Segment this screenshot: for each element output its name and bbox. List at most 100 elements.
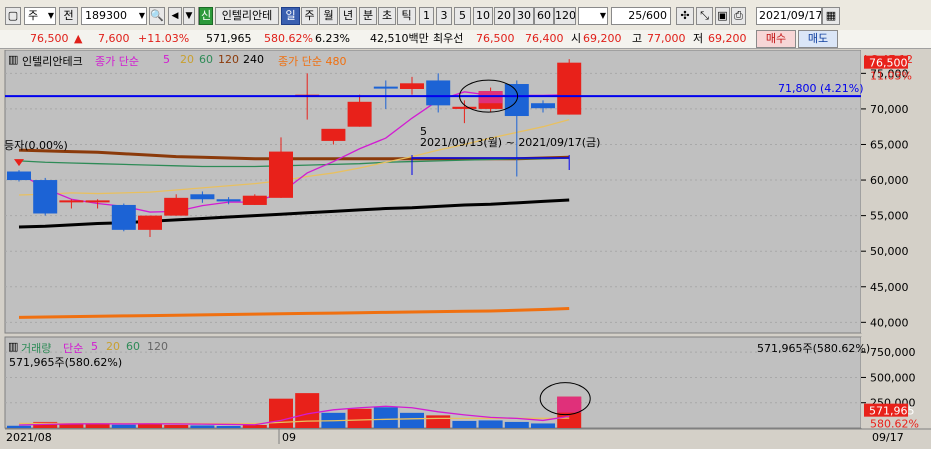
volume-current-right: 571,965주(580.62%) (757, 342, 871, 355)
legend-ma480: 종가 단순 480 (278, 55, 347, 68)
volume-legend-icon[interactable]: ▥ (8, 340, 18, 353)
volume-bar (295, 393, 320, 428)
candle-body (216, 199, 241, 202)
volume-bar (452, 420, 477, 428)
volume-bar (242, 424, 267, 428)
tab-period-day[interactable]: 일 (281, 7, 300, 25)
turnover-rate: 6.23% (315, 32, 350, 45)
count-field[interactable]: 25/600 (611, 7, 671, 25)
price-volume-chart[interactable]: 75,00070,00065,00060,00055,00050,00045,0… (0, 49, 931, 446)
legend-ma5: 5 (163, 53, 170, 66)
new-listing-tag: 신 (199, 7, 213, 25)
x-axis-right-label: 09/17 (872, 431, 904, 444)
bid-price: 76,400 (525, 32, 564, 45)
code-input[interactable]: 189300 ▼ (81, 7, 147, 25)
reference-line-label: 71,800 (4.21%) (778, 82, 864, 95)
window-menu-icon[interactable]: ▢ (5, 7, 21, 25)
legend-ma240: 240 (243, 53, 264, 66)
calendar-icon[interactable]: ▦ (822, 7, 840, 25)
volume-value: 571,965 (206, 32, 252, 45)
volume-bar (111, 424, 136, 428)
tab-period-year[interactable]: 년 (339, 7, 357, 25)
volume-pct: 580.62% (264, 32, 313, 45)
candle-body (557, 62, 582, 115)
last-volume-label: 571,965 (869, 405, 915, 418)
volume-bar (85, 424, 110, 428)
volume-tick-label: 750,000 (870, 346, 916, 359)
open-price: 69,200 (583, 32, 622, 45)
zoom-icon[interactable]: ⤡ (696, 7, 713, 25)
legend-ma-label: 종가 단순 (95, 55, 139, 68)
chevron-down-icon: ▼ (599, 11, 606, 20)
interval-3-button[interactable]: 3 (436, 7, 452, 25)
volume-bar (7, 425, 31, 428)
price-tick-label: 65,000 (870, 138, 909, 151)
candle-body (242, 195, 267, 205)
tab-period-second[interactable]: 초 (378, 7, 396, 25)
volume-current-left: 571,965주(580.62%) (9, 356, 123, 369)
interval-10-button[interactable]: 10 (473, 7, 493, 25)
volume-bar (347, 408, 372, 428)
legend-menu-icon[interactable]: ▥ (8, 53, 18, 66)
volume-bar (216, 425, 241, 428)
candle-body (33, 180, 58, 214)
pref-label: 최우선 (433, 32, 464, 45)
speaker-icon[interactable]: ◀ (168, 7, 182, 25)
interval-120-button[interactable]: 120 (554, 7, 576, 25)
chevron-down-icon[interactable]: ▼ (183, 7, 195, 25)
save-icon[interactable]: ▣ (715, 7, 730, 25)
volume-bar (190, 425, 215, 428)
volume-legend-ma5: 5 (91, 340, 98, 353)
date-field[interactable]: 2021/09/17 (756, 7, 822, 25)
tab-period-week[interactable]: 주 (301, 7, 318, 25)
prefix-button[interactable]: 전 (59, 7, 78, 25)
candle-body (111, 204, 136, 230)
market-type-select[interactable]: 주 ▼ (24, 7, 56, 25)
count-total: /600 (642, 9, 667, 22)
price-tick-label: 60,000 (870, 174, 909, 187)
volume-bar (373, 407, 398, 428)
first-marker-label: 등자(0.00%) (4, 139, 68, 152)
legend-ma120: 120 (218, 53, 239, 66)
candle-body (400, 83, 424, 89)
last-price-label: 76,500 (869, 57, 908, 70)
interval-20-button[interactable]: 20 (494, 7, 514, 25)
x-axis-label: 2021/08 (6, 431, 52, 444)
volume-bar (164, 424, 189, 428)
price-tick-label: 45,000 (870, 281, 909, 294)
price-tick-label: 70,000 (870, 103, 909, 116)
volume-bar (478, 420, 503, 428)
interval-5-button[interactable]: 5 (454, 7, 471, 25)
search-icon[interactable]: 🔍 (149, 7, 165, 25)
interval-1-button[interactable]: 1 (419, 7, 434, 25)
high-label: 고 (632, 32, 643, 45)
sell-button[interactable]: 매도 (798, 30, 838, 48)
tab-period-tick[interactable]: 틱 (397, 7, 416, 25)
stock-name-label: 인텔리안테 (215, 7, 279, 25)
print-icon[interactable]: ⎙ (731, 7, 746, 25)
interval-60-button[interactable]: 60 (534, 7, 554, 25)
tab-period-month[interactable]: 월 (319, 7, 338, 25)
candle-body (138, 215, 162, 230)
custom-interval-select[interactable]: ▼ (578, 7, 608, 25)
interval-30-button[interactable]: 30 (514, 7, 534, 25)
tab-period-minute[interactable]: 분 (359, 7, 377, 25)
volume-legend-ma60: 60 (126, 340, 140, 353)
candle-body (347, 101, 372, 127)
chart-area[interactable]: 75,000 70,000 65,000 60,000 55,000 50,000 45,0… (0, 49, 931, 446)
trade-amount: 42,510백만 (370, 32, 429, 45)
buy-button[interactable]: 매수 (756, 30, 796, 48)
volume-legend-ma20: 20 (106, 340, 120, 353)
candle-body (452, 106, 477, 109)
count-value: 25 (628, 9, 643, 22)
crosshair-icon[interactable]: ✣ (676, 7, 694, 25)
volume-tick-label: 500,000 (870, 371, 916, 384)
high-price: 77,000 (647, 32, 686, 45)
volume-bar (426, 415, 451, 428)
current-price: 76,500 (30, 32, 69, 45)
price-change-pct: +11.03% (138, 32, 190, 45)
candle-body (190, 194, 215, 200)
price-change: 7,600 (98, 32, 130, 45)
price-tick-label: 40,000 (870, 316, 909, 329)
volume-bar (269, 398, 293, 428)
